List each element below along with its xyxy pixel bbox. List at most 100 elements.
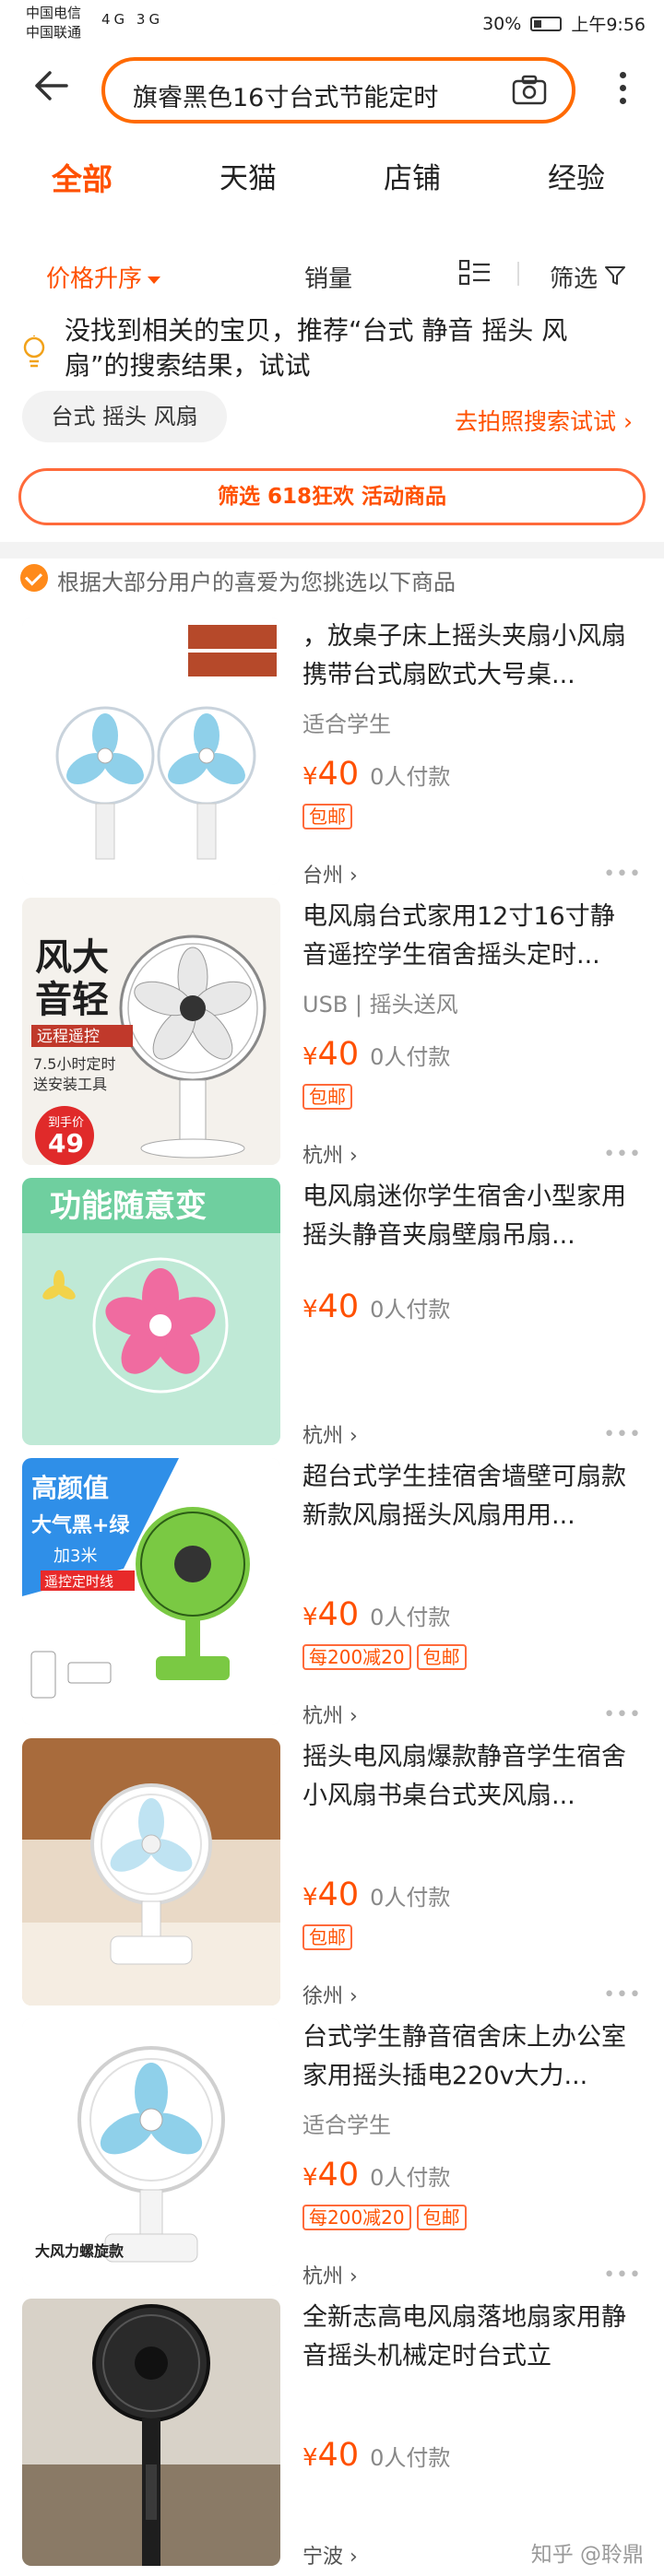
product-image: 功能随意变 [22, 1178, 280, 1445]
ad-text-line2: 音轻 [35, 979, 109, 1021]
product-price: 40 [317, 1036, 360, 1073]
product-location[interactable]: 台州 › [302, 859, 358, 888]
product-card[interactable]: 风大 音轻 远程遥控 7.5小时定时 送安装工具 到手价 49 电风扇台式家用1… [0, 898, 664, 1178]
product-location[interactable]: 杭州 › [302, 1139, 358, 1169]
product-price: 40 [317, 1876, 360, 1913]
fan-illustration: 功能随意变 [22, 1178, 280, 1445]
more-options-icon[interactable]: ••• [603, 1423, 642, 1446]
product-card[interactable]: 摇头电风扇爆款静音学生宿舍小风扇书桌台式夹风扇... ¥40 0人付款 包邮 徐州… [0, 1738, 664, 2018]
more-options-icon[interactable]: ••• [603, 1703, 642, 1726]
tag-discount: 每200减20 [302, 1644, 411, 1670]
carrier-names: 中国电信 中国联通 [26, 4, 81, 42]
recommend-notice: 根据大部分用户的喜爱为您挑选以下商品 [0, 555, 664, 605]
product-image [22, 618, 280, 885]
filter-button[interactable]: 筛选 [550, 260, 598, 294]
fan-illustration: 高颜值 大气黑+绿 加3米 遥控定时线 [22, 1458, 280, 1725]
product-image [22, 2299, 280, 2566]
check-circle-icon [20, 564, 48, 592]
price-row: ¥40 0人付款 [302, 756, 450, 793]
more-options-icon[interactable]: ••• [603, 2264, 642, 2287]
ad-text-line4: 遥控定时线 [44, 1573, 113, 1590]
more-options-icon[interactable]: ••• [603, 1983, 642, 2006]
battery-percent: 30% [482, 13, 522, 34]
fan-illustration [22, 2299, 280, 2566]
ad-text-line5: 送安装工具 [33, 1076, 107, 1093]
tab-shops[interactable]: 店铺 [384, 155, 441, 196]
product-title[interactable]: 电风扇迷你学生宿舍小型家用摇头静音夹扇壁扇吊扇... [302, 1178, 634, 1255]
product-location[interactable]: 杭州 › [302, 1700, 358, 1729]
fan-illustration: 风大 音轻 远程遥控 7.5小时定时 送安装工具 到手价 49 [22, 898, 280, 1165]
photo-search-link[interactable]: 去拍照搜索试试 › [455, 404, 633, 437]
tab-experience[interactable]: 经验 [548, 155, 605, 196]
location-label: 杭州 [302, 1705, 344, 1728]
sort-sales[interactable]: 销量 [304, 260, 352, 294]
location-label: 杭州 [302, 1425, 344, 1448]
fan-illustration [22, 1738, 280, 2006]
price-row: ¥40 0人付款 [302, 1036, 450, 1073]
ad-text-line2: 大气黑+绿 [31, 1513, 130, 1537]
ad-text-line1: 功能随意变 [50, 1188, 207, 1225]
sort-divider [517, 262, 519, 286]
sort-price-asc[interactable]: 价格升序 [46, 260, 161, 294]
product-card[interactable]: ，放桌子床上摇头夹扇小风扇携带台式扇欧式大号桌... 适合学生 ¥40 0人付款 … [0, 618, 664, 898]
product-title[interactable]: ，放桌子床上摇头夹扇小风扇携带台式扇欧式大号桌... [302, 618, 634, 695]
more-options-icon[interactable]: ••• [603, 863, 642, 886]
ad-badge-price: 49 [48, 1128, 84, 1159]
sold-count: 0人付款 [370, 1297, 451, 1323]
product-card[interactable]: 高颜值 大气黑+绿 加3米 遥控定时线 超台式学生挂宿舍墙壁可扇款新款风扇摇头风… [0, 1458, 664, 1738]
sold-count: 0人付款 [370, 2165, 451, 2191]
product-card[interactable]: 功能随意变 电风扇迷你学生宿舍小型家用摇头静音夹扇壁扇吊扇... ¥40 0人付款… [0, 1178, 664, 1458]
product-price: 40 [317, 2437, 360, 2474]
product-image: 风大 音轻 远程遥控 7.5小时定时 送安装工具 到手价 49 [22, 898, 280, 1165]
currency-symbol: ¥ [302, 1296, 318, 1323]
tab-all[interactable]: 全部 [52, 155, 113, 199]
product-price: 40 [317, 1596, 360, 1633]
arrow-left-icon[interactable] [31, 66, 70, 105]
sold-count: 0人付款 [370, 1885, 451, 1911]
product-location[interactable]: 杭州 › [302, 1419, 358, 1449]
clock: 上午9:56 [571, 15, 646, 35]
price-row: ¥40 0人付款 [302, 2437, 450, 2474]
product-subtitle: 适合学生 [302, 712, 391, 737]
fan-illustration: 大风力螺旋款 [22, 2018, 280, 2286]
product-title[interactable]: 摇头电风扇爆款静音学生宿舍小风扇书桌台式夹风扇... [302, 1738, 634, 1816]
product-subtitle: 适合学生 [302, 2112, 391, 2138]
price-row: ¥40 0人付款 [302, 2157, 450, 2194]
more-options-icon[interactable]: ••• [603, 1143, 642, 1166]
product-card[interactable]: 大风力螺旋款 台式学生静音宿舍床上办公室家用摇头插电220v大力... 适合学生… [0, 2018, 664, 2299]
product-title[interactable]: 电风扇台式家用12寸16寸静音遥控学生宿舍摇头定时... [302, 898, 634, 975]
product-title[interactable]: 台式学生静音宿舍床上办公室家用摇头插电220v大力... [302, 2018, 634, 2096]
product-title[interactable]: 超台式学生挂宿舍墙壁可扇款新款风扇摇头风扇用用... [302, 1458, 634, 1535]
product-price: 40 [317, 1288, 360, 1325]
tag-list: 包邮 [302, 1924, 352, 1950]
product-card[interactable]: 全新志高电风扇落地扇家用静音摇头机械定时台式立 ¥40 0人付款 宁波 › [0, 2299, 664, 2576]
sold-count: 0人付款 [370, 2445, 451, 2471]
currency-symbol: ¥ [302, 763, 318, 791]
ad-text-line1: 风大 [35, 936, 109, 979]
sold-count: 0人付款 [370, 764, 451, 790]
carrier-1: 中国电信 [26, 5, 82, 21]
currency-symbol: ¥ [302, 1604, 318, 1631]
tab-tmall[interactable]: 天猫 [219, 155, 277, 196]
tag-free-shipping: 包邮 [416, 1644, 467, 1670]
product-location[interactable]: 宁波 › [302, 2540, 358, 2570]
location-label: 宁波 [302, 2546, 344, 2569]
signal-icons: 4G 3G [101, 11, 164, 28]
promo-filter-button[interactable]: 筛选 618狂欢 活动商品 [18, 468, 646, 525]
search-header: 旗睿黑色16寸台式节能定时 [0, 48, 664, 127]
search-input[interactable]: 旗睿黑色16寸台式节能定时 [101, 57, 575, 124]
camera-icon[interactable] [511, 74, 548, 107]
product-image: 高颜值 大气黑+绿 加3米 遥控定时线 [22, 1458, 280, 1725]
product-title[interactable]: 全新志高电风扇落地扇家用静音摇头机械定时台式立 [302, 2299, 634, 2376]
list-layout-icon[interactable] [459, 260, 491, 286]
funnel-icon[interactable] [605, 265, 625, 286]
product-location[interactable]: 杭州 › [302, 2260, 358, 2289]
product-location[interactable]: 徐州 › [302, 1980, 358, 2009]
sold-count: 0人付款 [370, 1605, 451, 1630]
vertical-dots-icon[interactable] [620, 72, 629, 111]
price-row: ¥40 0人付款 [302, 1596, 450, 1633]
status-right: 30% 上午9:56 [482, 11, 646, 36]
suggestion-chip[interactable]: 台式 摇头 风扇 [22, 391, 227, 442]
tag-free-shipping: 包邮 [416, 2205, 467, 2230]
search-query: 旗睿黑色16寸台式节能定时 [133, 84, 439, 112]
